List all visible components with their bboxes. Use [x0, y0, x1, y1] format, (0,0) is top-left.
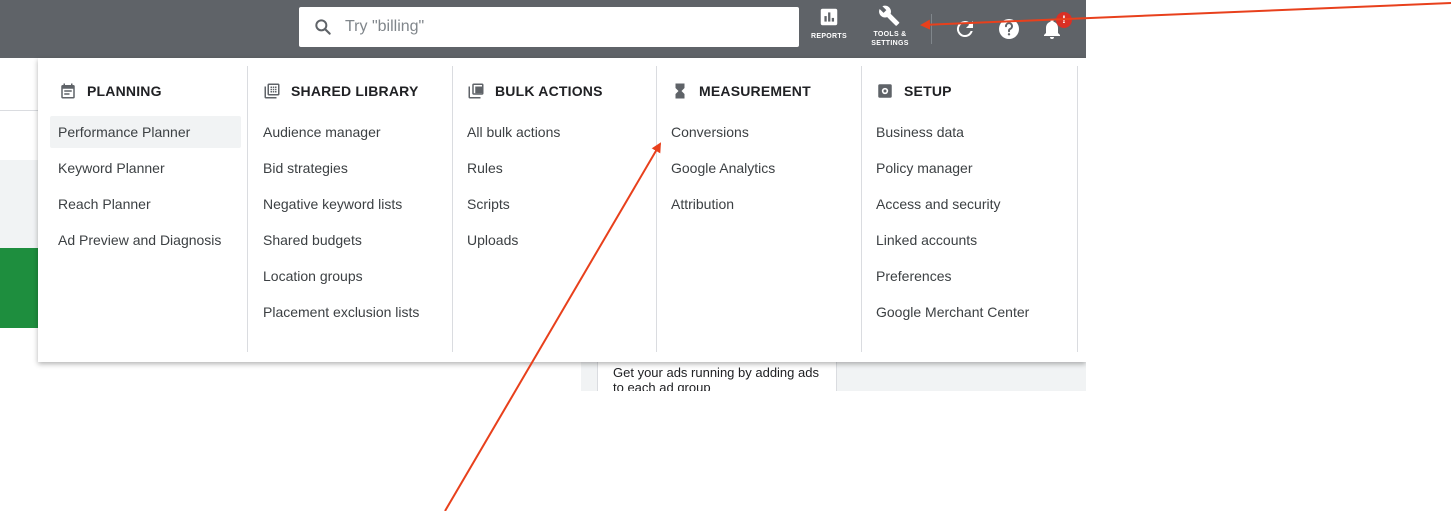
tools-label-line1: TOOLS & [873, 31, 907, 38]
tools-settings-menu: PLANNING Performance Planner Keyword Pla… [38, 58, 1086, 362]
menu-item-google-merchant-center[interactable]: Google Merchant Center [876, 296, 1077, 328]
menu-column-planning: PLANNING Performance Planner Keyword Pla… [38, 66, 248, 352]
menu-column-bulk-actions: BULK ACTIONS All bulk actions Rules Scri… [453, 66, 657, 352]
menu-item-google-analytics[interactable]: Google Analytics [671, 152, 861, 184]
menu-item-reach-planner[interactable]: Reach Planner [50, 188, 241, 220]
menu-item-uploads[interactable]: Uploads [467, 224, 656, 256]
library-icon [264, 83, 280, 99]
menu-item-conversions[interactable]: Conversions [671, 116, 861, 148]
menu-column-header: SETUP [876, 74, 1077, 108]
menu-column-title: MEASUREMENT [699, 83, 811, 99]
menu-item-rules[interactable]: Rules [467, 152, 656, 184]
menu-column-header: SHARED LIBRARY [263, 74, 452, 108]
bar-chart-icon [820, 8, 838, 26]
menu-item-access-and-security[interactable]: Access and security [876, 188, 1077, 220]
menu-item-all-bulk-actions[interactable]: All bulk actions [467, 116, 656, 148]
reports-label: REPORTS [811, 33, 847, 40]
background-card-text: Get your ads running by adding ads to ea… [613, 365, 819, 391]
page-divider [0, 110, 40, 111]
tools-label-line2: SETTINGS [871, 40, 909, 47]
background-card: Get your ads running by adding ads to ea… [597, 361, 837, 391]
menu-column-title: SHARED LIBRARY [291, 83, 419, 99]
menu-item-performance-planner[interactable]: Performance Planner [50, 116, 241, 148]
toolbar-divider [931, 14, 932, 44]
menu-item-keyword-planner[interactable]: Keyword Planner [50, 152, 241, 184]
menu-column-header: MEASUREMENT [671, 74, 861, 108]
menu-item-scripts[interactable]: Scripts [467, 188, 656, 220]
reports-button[interactable]: REPORTS [806, 6, 852, 41]
menu-item-location-groups[interactable]: Location groups [263, 260, 452, 292]
hourglass-icon [675, 83, 685, 99]
calendar-icon [61, 83, 75, 99]
menu-column-setup: SETUP Business data Policy manager Acces… [862, 66, 1078, 352]
menu-column-title: BULK ACTIONS [495, 83, 603, 99]
search-box[interactable] [299, 7, 799, 47]
menu-item-preferences[interactable]: Preferences [876, 260, 1077, 292]
search-icon [315, 19, 331, 35]
search-input[interactable] [343, 17, 767, 37]
menu-item-placement-exclusion-lists[interactable]: Placement exclusion lists [263, 296, 452, 328]
menu-item-ad-preview[interactable]: Ad Preview and Diagnosis [50, 224, 241, 256]
menu-item-business-data[interactable]: Business data [876, 116, 1077, 148]
menu-column-title: PLANNING [87, 83, 162, 99]
menu-item-attribution[interactable]: Attribution [671, 188, 861, 220]
help-icon[interactable] [997, 17, 1021, 41]
menu-item-policy-manager[interactable]: Policy manager [876, 152, 1077, 184]
notification-badge: ! [1056, 12, 1072, 28]
tools-settings-button[interactable]: TOOLS & SETTINGS [862, 4, 918, 48]
menu-column-title: SETUP [904, 83, 952, 99]
settings-box-icon [878, 84, 892, 98]
menu-item-audience-manager[interactable]: Audience manager [263, 116, 452, 148]
page-green-block [0, 248, 40, 328]
app-window: Get your ads running by adding ads to ea… [0, 0, 1086, 391]
menu-column-shared-library: SHARED LIBRARY Audience manager Bid stra… [248, 66, 453, 352]
menu-column-header: PLANNING [50, 74, 247, 108]
menu-item-shared-budgets[interactable]: Shared budgets [263, 224, 452, 256]
page-background-block [0, 160, 40, 248]
refresh-icon[interactable] [953, 17, 977, 41]
wrench-icon [879, 5, 900, 26]
menu-item-bid-strategies[interactable]: Bid strategies [263, 152, 452, 184]
menu-item-negative-keyword-lists[interactable]: Negative keyword lists [263, 188, 452, 220]
copy-icon [468, 83, 484, 99]
top-bar: REPORTS TOOLS & SETTINGS ! [0, 0, 1086, 58]
menu-column-header: BULK ACTIONS [467, 74, 656, 108]
menu-column-measurement: MEASUREMENT Conversions Google Analytics… [657, 66, 862, 352]
menu-item-linked-accounts[interactable]: Linked accounts [876, 224, 1077, 256]
